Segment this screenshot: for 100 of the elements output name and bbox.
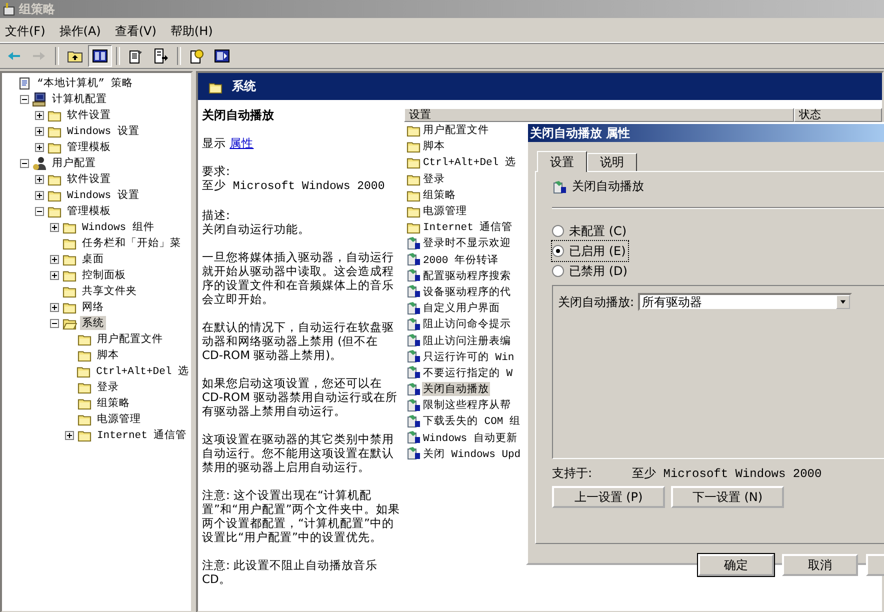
show-label: 显示 — [202, 136, 226, 150]
setting-icon — [406, 252, 421, 268]
expand-toggle[interactable] — [50, 302, 59, 312]
tree-item[interactable]: 电源管理 — [95, 412, 143, 426]
list-item[interactable]: 关闭自动播放 — [422, 382, 490, 396]
export-list-icon[interactable] — [154, 48, 168, 64]
radio-icon[interactable] — [552, 265, 564, 277]
list-item[interactable]: 阻止访问命令提示 — [422, 317, 512, 332]
menu-item[interactable]: 操作(A) — [54, 22, 110, 40]
tree-item[interactable]: 用户配置文件 — [95, 332, 165, 346]
list-item[interactable]: 阻止访问注册表编 — [422, 334, 512, 348]
tree-item[interactable]: 计算机配置 — [50, 92, 109, 106]
nav-button[interactable]: 下一设置 (N) — [671, 486, 784, 508]
list-item[interactable]: 登录 — [422, 172, 446, 186]
folder-up-icon[interactable] — [68, 52, 82, 62]
nav-button[interactable]: 上一设置 (P) — [552, 486, 665, 508]
setting-title: 关闭自动播放 — [202, 108, 275, 122]
dialog-title: 关闭自动播放 属性 — [530, 124, 630, 142]
expand-toggle[interactable] — [35, 110, 44, 120]
tree-item[interactable]: Windows 组件 — [80, 220, 156, 234]
tree-item[interactable]: 任务栏和「开始」菜 — [80, 236, 183, 250]
setting-icon — [406, 430, 421, 446]
tree-item[interactable]: Windows 设置 — [65, 188, 142, 202]
tree-item[interactable]: “本地计算机” 策略 — [35, 76, 135, 90]
dialog-button[interactable]: 取消 — [782, 554, 858, 576]
setting-icon — [406, 284, 421, 300]
setting-icon — [552, 180, 567, 195]
expand-toggle[interactable] — [35, 190, 44, 200]
tree-item[interactable]: 脚本 — [95, 348, 121, 362]
radio-icon[interactable] — [552, 225, 564, 237]
drive-dropdown[interactable]: 所有驱动器 — [638, 293, 852, 311]
tree-item[interactable]: 登录 — [95, 380, 121, 394]
tree-item[interactable]: 用户配置 — [50, 156, 98, 170]
expand-toggle[interactable] — [65, 430, 74, 440]
radio-icon[interactable] — [552, 245, 564, 257]
description-label: 描述: — [202, 208, 230, 222]
setting-icon — [406, 446, 421, 462]
menu-item[interactable]: 查看(V) — [110, 22, 166, 40]
tree-item[interactable]: 系统 — [80, 316, 106, 330]
list-item[interactable]: 电源管理 — [422, 204, 468, 218]
tree-item[interactable]: 管理模板 — [65, 140, 113, 154]
requirements-text: 至少 Microsoft Windows 2000 — [202, 180, 385, 193]
column-header[interactable]: 设置 — [404, 108, 794, 122]
list-item[interactable]: 只运行许可的 Win — [422, 350, 516, 364]
tree-item[interactable]: Ctrl+Alt+Del 选 — [94, 364, 191, 378]
tree-item[interactable]: 控制面板 — [80, 268, 128, 282]
tab[interactable]: 说明 — [587, 153, 637, 171]
list-item[interactable]: Ctrl+Alt+Del 选 — [422, 155, 517, 170]
expand-toggle[interactable] — [35, 206, 44, 216]
expand-toggle[interactable] — [50, 254, 59, 264]
list-item[interactable]: 登录时不显示欢迎 — [422, 236, 512, 250]
list-item[interactable]: 用户配置文件 — [422, 123, 490, 138]
radio-option[interactable]: 已启用 (E) — [552, 241, 628, 261]
list-item[interactable]: 自定义用户界面 — [422, 301, 501, 316]
supported-label: 支持于: — [552, 465, 592, 482]
list-item[interactable]: 关闭 Windows Upd — [422, 446, 522, 461]
window-title: 组策略 — [19, 0, 55, 18]
tab[interactable]: 设置 — [537, 151, 587, 172]
list-item[interactable]: 设备驱动程序的代 — [422, 284, 512, 299]
tree-item[interactable]: 桌面 — [80, 252, 106, 266]
list-item[interactable]: 2000 年份转译 — [422, 252, 500, 267]
column-header[interactable]: 状态 — [794, 108, 882, 122]
tree-item[interactable]: 网络 — [80, 300, 106, 314]
expand-toggle[interactable] — [50, 318, 59, 328]
tree-item[interactable]: 软件设置 — [65, 108, 113, 122]
expand-toggle[interactable] — [35, 174, 44, 184]
action-pane-icon[interactable] — [214, 50, 230, 62]
dropdown-label: 关闭自动播放: — [558, 294, 634, 311]
expand-toggle[interactable] — [50, 270, 59, 280]
list-item[interactable]: 组策略 — [422, 188, 457, 202]
tree-pane-icon[interactable] — [92, 50, 108, 62]
radio-option[interactable]: 未配置 (C) — [552, 221, 629, 241]
tree-item[interactable]: 组策略 — [95, 396, 132, 410]
menu-item[interactable]: 帮助(H) — [165, 22, 222, 40]
tree-item[interactable]: 软件设置 — [65, 172, 113, 186]
list-item[interactable]: 下载丢失的 COM 组 — [422, 414, 522, 428]
expand-toggle[interactable] — [20, 94, 29, 104]
dialog-button[interactable]: 确定 — [698, 554, 774, 576]
list-item[interactable]: 配置驱动程序搜索 — [422, 268, 512, 283]
setting-icon — [406, 398, 421, 413]
properties-link[interactable]: 属性 — [230, 136, 254, 150]
expand-toggle[interactable] — [35, 126, 44, 136]
tree-item[interactable]: Internet 通信管 — [95, 428, 189, 442]
list-item[interactable]: 不要运行指定的 W — [422, 366, 514, 380]
properties-icon[interactable] — [130, 50, 142, 64]
expand-toggle[interactable] — [35, 142, 44, 152]
radio-option[interactable]: 已禁用 (D) — [552, 261, 630, 281]
tree-item[interactable]: Windows 设置 — [65, 124, 142, 138]
tree-item[interactable]: 共享文件夹 — [80, 284, 139, 298]
list-item[interactable]: Windows 自动更新 — [422, 430, 518, 445]
setting-icon — [406, 333, 421, 348]
list-item[interactable]: Internet 通信管 — [422, 220, 514, 234]
expand-toggle[interactable] — [20, 158, 29, 168]
setting-icon — [406, 268, 421, 284]
setting-icon — [406, 382, 421, 397]
list-item[interactable]: 限制这些程序从帮 — [422, 398, 512, 412]
expand-toggle[interactable] — [50, 222, 59, 232]
menu-item[interactable]: 文件(F) — [0, 22, 54, 40]
list-item[interactable]: 脚本 — [422, 139, 446, 154]
tree-item[interactable]: 管理模板 — [65, 204, 113, 218]
